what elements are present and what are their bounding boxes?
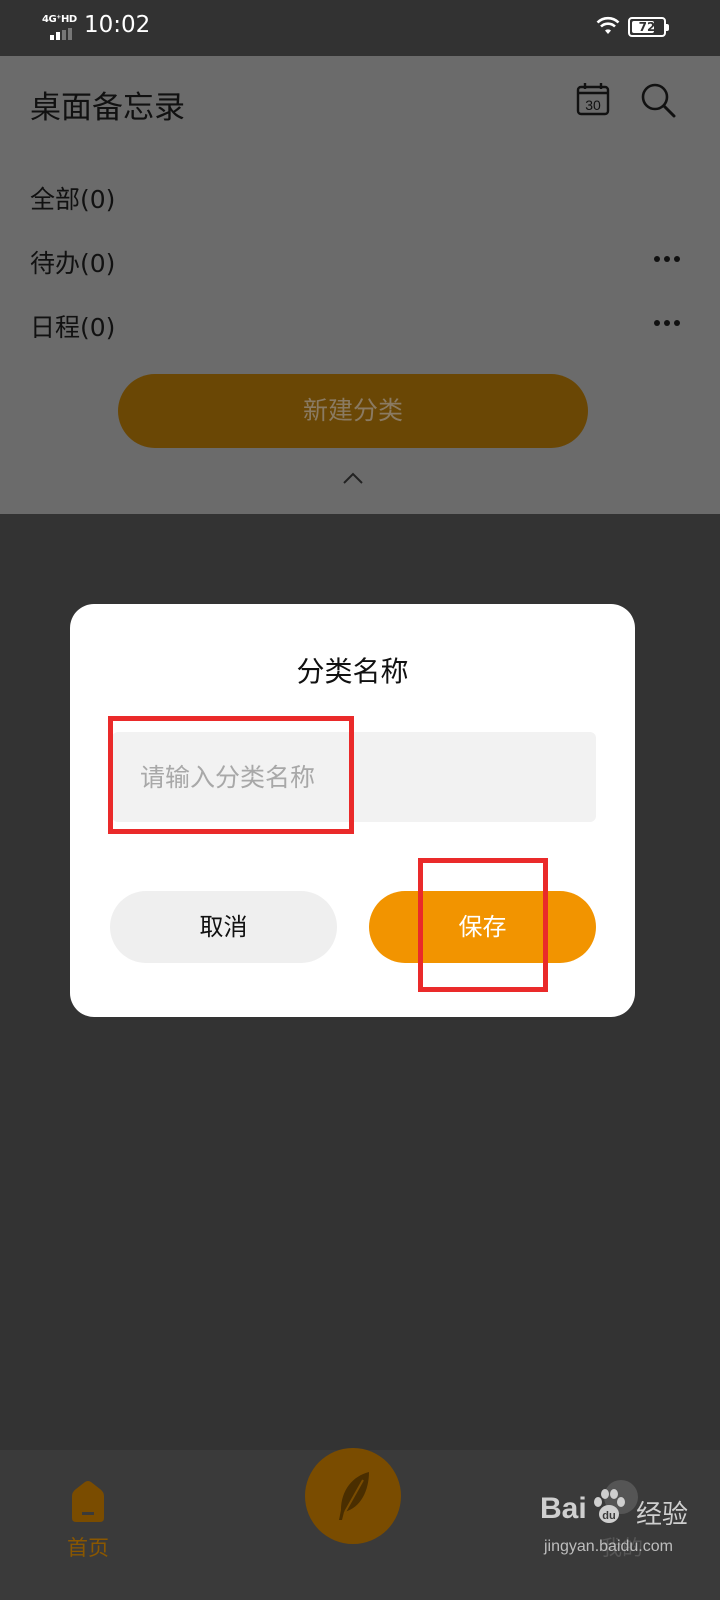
category-label: 全部(0) (30, 185, 116, 214)
battery-level: 72 (638, 20, 656, 34)
battery-icon: 72 (628, 17, 669, 37)
calendar-icon[interactable]: 30 (576, 82, 610, 116)
feather-icon (339, 1472, 369, 1520)
compose-button[interactable] (305, 1448, 401, 1544)
category-label: 日程(0) (30, 313, 116, 342)
save-button[interactable]: 保存 (369, 891, 596, 963)
nav-home[interactable]: 首页 (60, 1480, 116, 1580)
calendar-day: 30 (585, 97, 601, 113)
network-type: 4G⁺HD (42, 14, 77, 25)
more-icon[interactable] (654, 320, 680, 326)
cancel-button[interactable]: 取消 (110, 891, 337, 963)
status-time: 10:02 (84, 12, 151, 38)
signal-icon: 4G⁺HD (42, 14, 77, 40)
baidu-jingyan-watermark: Bai du 经验 jingyan.baidu.com (540, 1488, 710, 1568)
category-panel: 桌面备忘录 30 全部(0) 待办(0) 日程(0) 新建分类 (0, 56, 720, 514)
watermark-url: jingyan.baidu.com (544, 1538, 673, 1555)
category-item-schedule[interactable]: 日程(0) (0, 304, 720, 344)
category-name-input[interactable] (112, 732, 596, 822)
watermark-brand-cn: 经验 (636, 1500, 689, 1530)
new-category-button[interactable]: 新建分类 (118, 374, 588, 448)
app-title: 桌面备忘录 (30, 90, 185, 126)
home-icon (72, 1481, 104, 1522)
search-icon[interactable] (640, 82, 676, 118)
status-bar: 4G⁺HD 10:02 72 (0, 0, 720, 56)
more-icon[interactable] (654, 256, 680, 262)
dialog-title: 分类名称 (296, 655, 409, 688)
category-item-all[interactable]: 全部(0) (0, 176, 720, 216)
svg-text:du: du (602, 1510, 615, 1522)
category-label: 待办(0) (30, 249, 116, 278)
nav-home-label: 首页 (67, 1536, 109, 1560)
paw-icon: du (594, 1489, 625, 1523)
wifi-icon (596, 16, 620, 34)
watermark-brand: Bai (540, 1492, 587, 1525)
category-item-todo[interactable]: 待办(0) (0, 240, 720, 280)
category-name-dialog: 分类名称 取消 保存 (70, 604, 635, 1017)
chevron-up-icon[interactable] (342, 471, 364, 485)
